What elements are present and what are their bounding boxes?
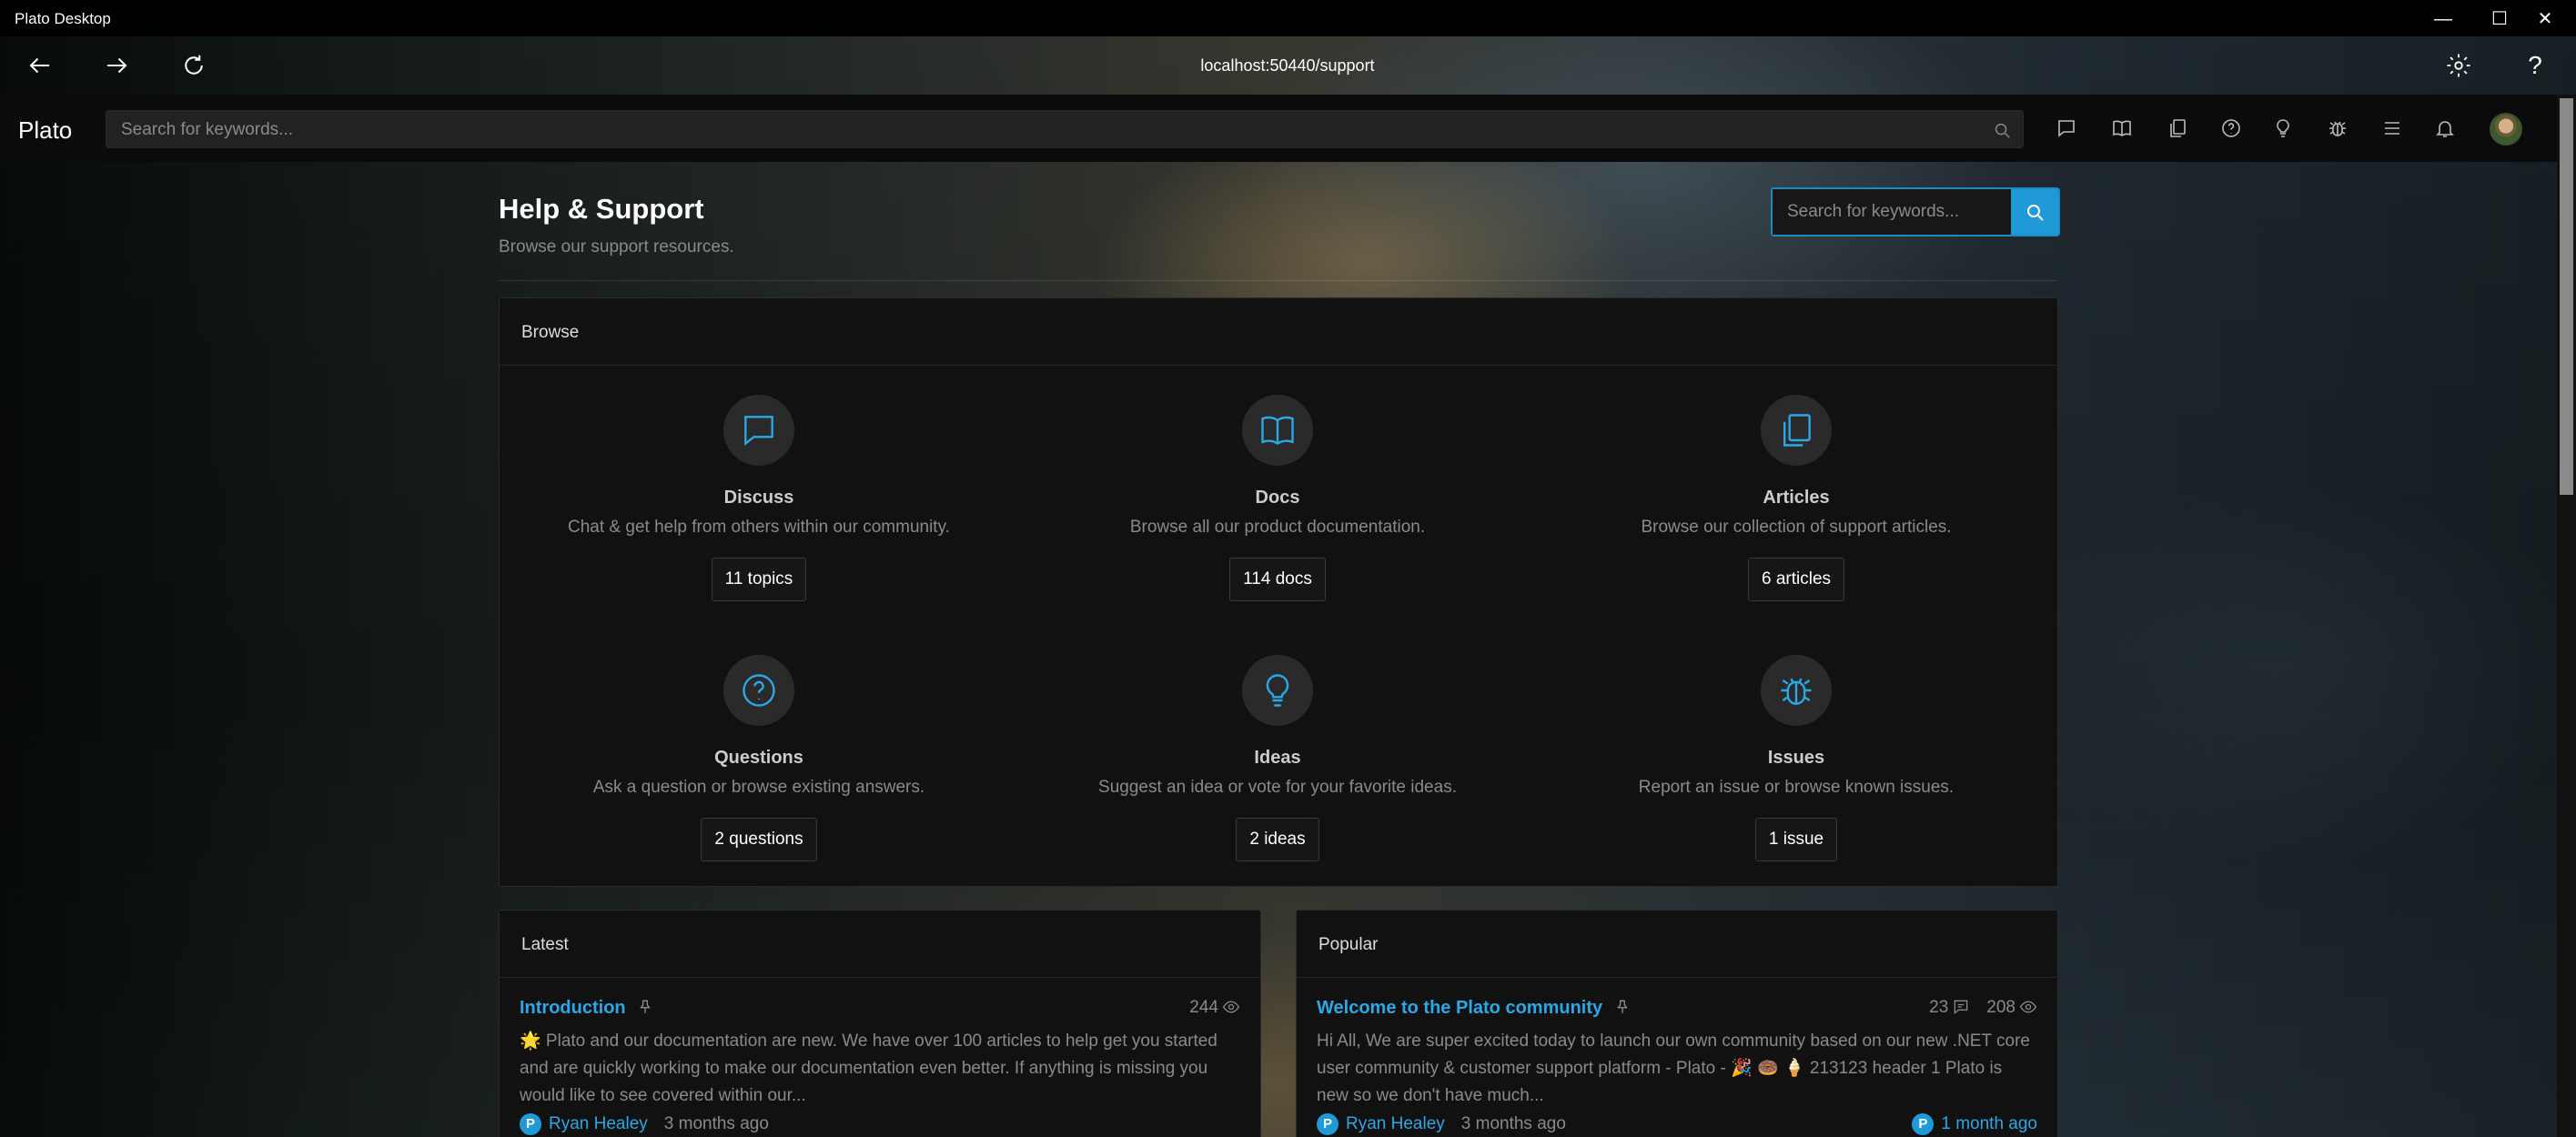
articles-count-button[interactable]: 6 articles <box>1747 558 1845 601</box>
comment-icon <box>1954 1000 1968 1015</box>
entry-excerpt: 🌟 Plato and our documentation are new. W… <box>520 1031 1217 1105</box>
search-icon[interactable] <box>1992 120 2012 140</box>
page-title: Help & Support <box>499 193 704 225</box>
support-search-input[interactable] <box>1773 189 2011 235</box>
last-reply-date[interactable]: 1 month ago <box>1941 1114 2037 1134</box>
page-subtitle: Browse our support resources. <box>499 237 734 257</box>
copy-icon[interactable] <box>2164 115 2191 142</box>
book-icon[interactable] <box>2108 115 2136 142</box>
questions-count-button[interactable]: 2 questions <box>701 818 817 861</box>
tile-description: Ask a question or browse existing answer… <box>592 778 925 797</box>
header-search-input[interactable]: Search for keywords... <box>106 110 2024 148</box>
entry-stats: 244 <box>1189 998 1240 1018</box>
minimize-button[interactable]: — <box>2411 5 2475 33</box>
ideas-count-button[interactable]: 2 ideas <box>1236 818 1319 861</box>
bug-icon[interactable] <box>2324 115 2351 142</box>
tile-articles[interactable]: Articles Browse our collection of suppor… <box>1537 395 2056 601</box>
forward-arrow-icon[interactable] <box>96 45 136 86</box>
browse-heading: Browse <box>500 298 2057 366</box>
discuss-count-button[interactable]: 11 topics <box>711 558 807 601</box>
lightbulb-icon <box>1242 655 1313 726</box>
question-icon <box>723 655 794 726</box>
replies-count: 23 <box>1929 998 1970 1018</box>
browser-toolbar: localhost:50440/support ? <box>0 36 2576 95</box>
reply-author-avatar[interactable]: P <box>1912 1113 1935 1135</box>
author-avatar[interactable]: P <box>520 1113 541 1135</box>
tile-name: Docs <box>1255 488 1300 508</box>
entry-title-link[interactable]: Introduction <box>520 998 626 1018</box>
author-avatar[interactable]: P <box>1317 1113 1339 1135</box>
latest-heading: Latest <box>500 911 1260 978</box>
help-icon[interactable]: ? <box>2515 45 2555 86</box>
settings-gear-icon[interactable] <box>2439 45 2479 86</box>
window-title: Plato Desktop <box>15 10 111 27</box>
tile-name: Articles <box>1763 488 1830 508</box>
support-search <box>1771 187 2060 236</box>
tile-discuss[interactable]: Discuss Chat & get help from others with… <box>500 395 1018 601</box>
latest-card: Latest Introduction 244 🌟 Plato and our … <box>499 910 1261 1137</box>
last-reply[interactable]: P 1 month ago <box>1912 1113 2037 1135</box>
back-arrow-icon[interactable] <box>20 45 60 86</box>
support-search-button[interactable] <box>2011 189 2058 235</box>
tile-description: Browse our collection of support article… <box>1641 518 1952 537</box>
tile-ideas[interactable]: Ideas Suggest an idea or vote for your f… <box>1018 655 1537 861</box>
entry-title-link[interactable]: Welcome to the Plato community <box>1317 998 1602 1018</box>
docs-count-button[interactable]: 114 docs <box>1229 558 1326 601</box>
tile-name: Discuss <box>723 488 794 508</box>
entry-meta: P Ryan Healey 3 months ago <box>520 1113 1240 1135</box>
eye-icon <box>2019 1001 2037 1013</box>
search-icon <box>2027 205 2044 221</box>
brand-logo[interactable]: Plato <box>18 116 72 145</box>
app-header: Plato Search for keywords... <box>0 95 2557 162</box>
eye-icon <box>1222 1001 1240 1013</box>
list-item: Welcome to the Plato community 23 208 Hi… <box>1317 998 2037 1135</box>
pin-icon <box>1616 1000 1628 1013</box>
popular-heading: Popular <box>1297 911 2057 978</box>
author-link[interactable]: Ryan Healey <box>1346 1114 1445 1134</box>
popular-card: Popular Welcome to the Plato community 2… <box>1296 910 2058 1137</box>
tile-description: Browse all our product documentation. <box>1129 518 1426 537</box>
chat-icon[interactable] <box>2053 115 2080 142</box>
browse-card: Browse Discuss Chat & get help from othe… <box>499 297 2058 887</box>
refresh-icon[interactable] <box>174 45 214 86</box>
tile-issues[interactable]: Issues Report an issue or browse known i… <box>1537 655 2056 861</box>
tile-name: Ideas <box>1254 748 1301 768</box>
pin-icon <box>640 1000 651 1013</box>
entry-excerpt: Hi All, We are super excited today to la… <box>1317 1031 2030 1105</box>
views-count: 244 <box>1189 998 1240 1018</box>
close-button[interactable]: ✕ <box>2513 5 2576 33</box>
tile-description: Suggest an idea or vote for your favorit… <box>1098 778 1457 797</box>
menu-icon[interactable] <box>2379 115 2406 142</box>
entry-stats: 23 208 <box>1929 998 2037 1018</box>
tile-questions[interactable]: Questions Ask a question or browse exist… <box>500 655 1018 861</box>
address-bar[interactable]: localhost:50440/support <box>1092 56 1483 75</box>
entry-date: 3 months ago <box>663 1114 769 1133</box>
author-link[interactable]: Ryan Healey <box>549 1114 648 1134</box>
tile-name: Issues <box>1767 748 1825 768</box>
copy-icon <box>1761 395 1832 466</box>
header-search-placeholder: Search for keywords... <box>121 120 294 139</box>
list-item: Introduction 244 🌟 Plato and our documen… <box>520 998 1240 1135</box>
window-titlebar: Plato Desktop — ☐ ✕ <box>0 0 2576 36</box>
issues-count-button[interactable]: 1 issue <box>1754 818 1838 861</box>
page-scrollbar[interactable] <box>2557 95 2576 1137</box>
title-divider <box>499 280 2056 281</box>
chat-icon <box>723 395 794 466</box>
tile-docs[interactable]: Docs Browse all our product documentatio… <box>1018 395 1537 601</box>
entry-date: 3 months ago <box>1460 1114 1566 1133</box>
bell-icon[interactable] <box>2431 115 2459 142</box>
tile-name: Questions <box>714 748 803 768</box>
user-avatar[interactable] <box>2490 113 2522 146</box>
bug-icon <box>1761 655 1832 726</box>
lightbulb-icon[interactable] <box>2269 115 2297 142</box>
tile-description: Chat & get help from others within our c… <box>568 518 950 537</box>
scrollbar-thumb[interactable] <box>2560 98 2573 495</box>
tile-description: Report an issue or browse known issues. <box>1638 778 1955 797</box>
book-icon <box>1242 395 1313 466</box>
views-count: 208 <box>1986 998 2037 1018</box>
question-icon[interactable] <box>2217 115 2245 142</box>
